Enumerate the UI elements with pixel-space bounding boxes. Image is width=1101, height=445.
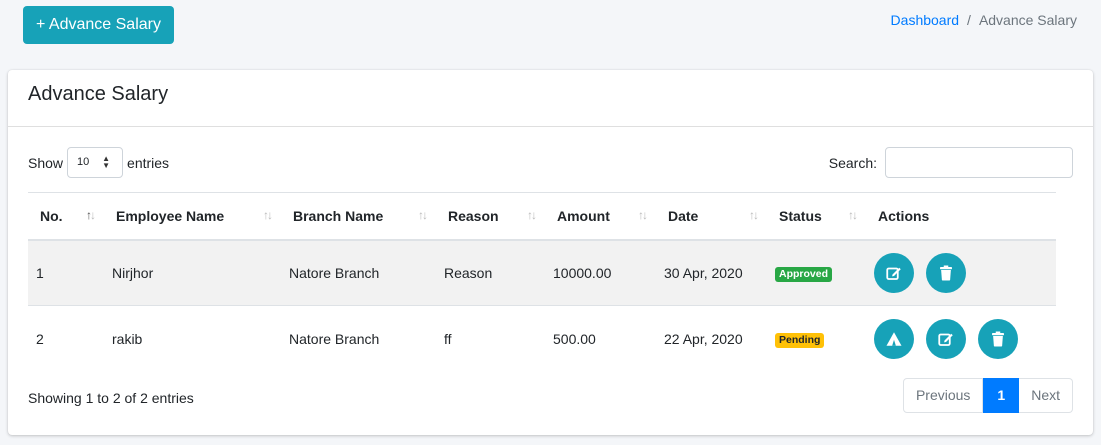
sort-icon: ↑↓ xyxy=(263,208,273,222)
cell-amount: 500.00 xyxy=(545,305,656,372)
breadcrumb: Dashboard / Advance Salary xyxy=(891,12,1077,28)
cell-no: 1 xyxy=(28,239,104,306)
column-header-status[interactable]: Status ↑↓ xyxy=(767,192,866,241)
status-badge: Approved xyxy=(775,266,833,282)
search-control: Search: xyxy=(829,147,1073,178)
sort-icon: ↑↓ xyxy=(848,208,858,222)
cell-branch: Natore Branch xyxy=(281,239,436,306)
approve-button[interactable] xyxy=(874,318,914,359)
breadcrumb-current: Advance Salary xyxy=(978,12,1077,28)
column-header-actions: Actions xyxy=(866,192,1056,241)
edit-icon xyxy=(886,267,901,280)
show-label: Show xyxy=(28,154,64,171)
cell-date: 30 Apr, 2020 xyxy=(656,239,767,306)
cell-amount: 10000.00 xyxy=(545,239,656,306)
cell-date: 22 Apr, 2020 xyxy=(656,305,767,372)
advance-salary-card: Advance Salary Show 10 ▲ ▼ entries Search… xyxy=(8,70,1093,435)
sort-icon: ↑↓ xyxy=(527,208,537,222)
entries-label: entries xyxy=(127,154,170,171)
entries-length-control: Show 10 ▲ ▼ entries xyxy=(28,147,169,178)
edit-icon xyxy=(938,333,953,346)
trash-icon xyxy=(939,265,952,281)
breadcrumb-separator: / xyxy=(967,12,971,28)
cell-branch: Natore Branch xyxy=(281,305,436,372)
column-header-date[interactable]: Date ↑↓ xyxy=(656,192,767,241)
pagination-page-1[interactable]: 1 xyxy=(983,378,1020,413)
search-input[interactable] xyxy=(885,147,1073,178)
cell-employee: Nirjhor xyxy=(104,239,281,306)
breadcrumb-dashboard-link[interactable]: Dashboard xyxy=(891,12,960,28)
cell-status: Pending xyxy=(767,305,866,372)
column-header-amount[interactable]: Amount ↑↓ xyxy=(545,192,656,241)
column-header-employee-name[interactable]: Employee Name ↑↓ xyxy=(104,192,281,241)
column-header-reason[interactable]: Reason ↑↓ xyxy=(436,192,545,241)
sort-icon: ↑↓ xyxy=(86,208,96,222)
delete-button[interactable] xyxy=(977,318,1018,359)
column-header-branch-name[interactable]: Branch Name ↑↓ xyxy=(281,192,436,241)
table-row: 1 Nirjhor Natore Branch Reason 10000.00 … xyxy=(28,239,1056,306)
card-header: Advance Salary xyxy=(8,70,1093,127)
table-header-row: No. ↑↓ Employee Name ↑↓ Branch Name ↑↓ Reas… xyxy=(28,192,1056,241)
pagination-previous[interactable]: Previous xyxy=(902,378,984,413)
approve-icon xyxy=(886,332,902,346)
search-label: Search: xyxy=(828,154,877,171)
cell-actions xyxy=(866,239,1056,306)
cell-reason: ff xyxy=(436,305,545,372)
status-badge: Pending xyxy=(775,332,825,348)
entries-length-select[interactable]: 10 ▲ ▼ xyxy=(67,147,124,178)
edit-button[interactable] xyxy=(874,252,914,293)
sort-icon: ↑↓ xyxy=(749,208,759,222)
edit-button[interactable] xyxy=(925,318,966,359)
trash-icon xyxy=(991,331,1004,347)
delete-button[interactable] xyxy=(925,252,966,293)
entries-length-value: 10 xyxy=(77,156,90,168)
sort-icon: ↑↓ xyxy=(418,208,428,222)
cell-status: Approved xyxy=(767,239,866,306)
chevron-updown-icon: ▲ ▼ xyxy=(102,154,111,170)
advance-salary-table: No. ↑↓ Employee Name ↑↓ Branch Name ↑↓ Reas… xyxy=(28,192,1056,372)
cell-actions xyxy=(866,305,1056,372)
card-title: Advance Salary xyxy=(28,83,169,105)
table-info: Showing 1 to 2 of 2 entries xyxy=(28,390,194,406)
sort-icon: ↑↓ xyxy=(638,208,648,222)
column-header-no[interactable]: No. ↑↓ xyxy=(28,192,104,241)
cell-reason: Reason xyxy=(436,239,545,306)
pagination-next[interactable]: Next xyxy=(1019,378,1073,413)
table-row: 2 rakib Natore Branch ff 500.00 22 Apr, … xyxy=(28,305,1056,372)
cell-no: 2 xyxy=(28,305,104,372)
add-advance-salary-button[interactable]: + Advance Salary xyxy=(23,6,174,44)
cell-employee: rakib xyxy=(104,305,281,372)
pagination: Previous 1 Next xyxy=(902,378,1073,413)
